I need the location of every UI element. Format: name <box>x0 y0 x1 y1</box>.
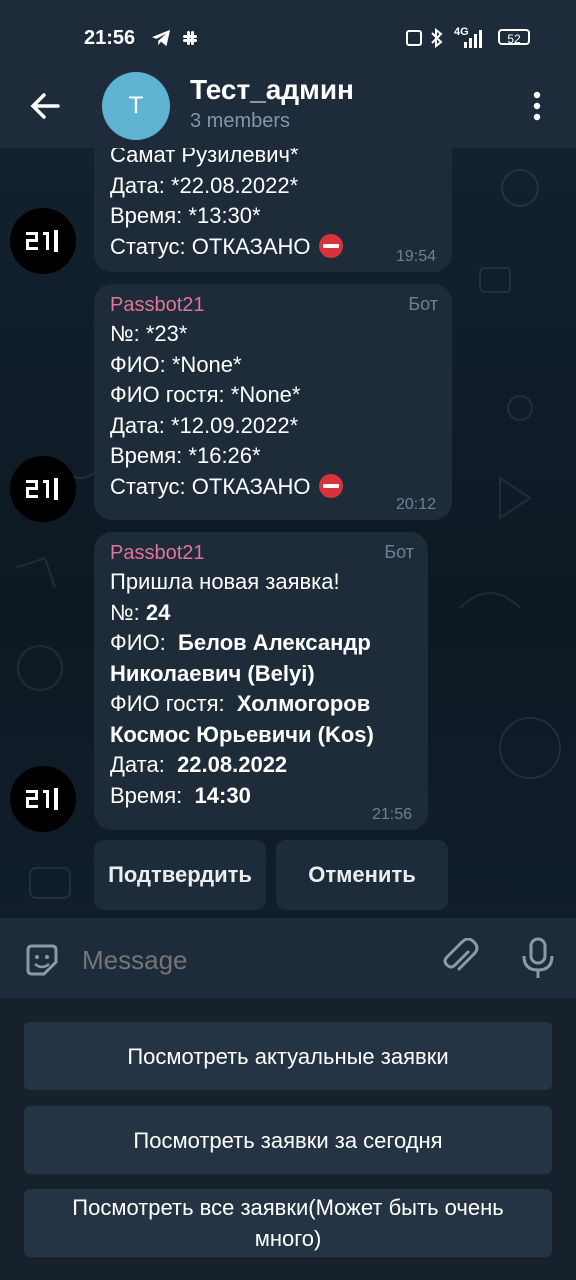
chat-header: T Тест_админ 3 members <box>0 72 576 148</box>
cancel-button[interactable]: Отменить <box>276 840 448 910</box>
signal-icon <box>464 30 482 48</box>
message-line: ФИО: *None* <box>110 351 242 377</box>
bluetooth-icon <box>431 28 443 48</box>
reply-button-today[interactable]: Посмотреть заявки за сегодня <box>24 1106 552 1174</box>
field-label: Время: <box>110 782 183 808</box>
message-line: Пришла новая заявка! <box>110 569 340 594</box>
group-avatar[interactable]: T <box>102 72 170 140</box>
no-entry-icon <box>318 233 343 258</box>
chat-area[interactable]: Самат Рузилевич* Дата: *22.08.2022* Врем… <box>0 148 576 918</box>
field-value: 14:30 <box>194 782 251 808</box>
message-line: Самат Рузилевич* <box>110 148 299 167</box>
message-input[interactable] <box>80 944 424 977</box>
bot-badge: Бот <box>384 542 414 562</box>
telegram-icon <box>151 29 171 47</box>
message-line: Время: *16:26* <box>110 443 261 468</box>
message-time: 21:56 <box>371 806 412 823</box>
sender-name[interactable]: Passbot21 <box>110 294 436 317</box>
sender-name[interactable]: Passbot21 <box>110 542 412 565</box>
back-arrow-icon[interactable] <box>26 86 66 126</box>
battery-icon: 52 <box>498 29 530 46</box>
attach-icon[interactable] <box>440 938 480 978</box>
bot-avatar[interactable] <box>10 208 76 274</box>
reply-button-all[interactable]: Посмотреть все заявки(Может быть очень м… <box>24 1189 552 1257</box>
microphone-icon[interactable] <box>518 936 558 980</box>
slack-icon <box>183 31 197 45</box>
message-time: 19:54 <box>395 248 436 265</box>
confirm-button[interactable]: Подтвердить <box>94 840 266 910</box>
field-label: ФИО гостя: <box>110 691 225 716</box>
message-line: ФИО гостя: *None* <box>110 382 301 407</box>
no-entry-icon <box>318 473 343 498</box>
sticker-icon[interactable] <box>22 940 62 980</box>
chat-subtitle: 3 members <box>190 110 291 132</box>
field-value: 24 <box>145 599 171 625</box>
field-label: ФИО: <box>110 630 166 655</box>
reply-keyboard: Посмотреть актуальные заявки Посмотреть … <box>0 998 576 1280</box>
field-value: 22.08.2022 <box>177 752 288 777</box>
field-label: Дата: <box>110 752 165 777</box>
message-input-bar <box>0 918 576 998</box>
message-line: Время: *13:30* <box>110 203 261 228</box>
bot-badge: Бот <box>408 294 438 314</box>
vibrate-icon <box>406 30 422 46</box>
message-line: №: *23* <box>110 321 188 346</box>
status-text: Статус: ОТКАЗАНО <box>110 473 311 499</box>
message-time: 20:12 <box>395 496 436 513</box>
field-value: Белов Александр <box>178 630 371 655</box>
more-vert-icon[interactable] <box>522 88 552 124</box>
chat-title[interactable]: Тест_админ <box>190 74 354 106</box>
message-bubble[interactable]: Passbot21 Бот Пришла новая заявка! №: 24… <box>94 532 428 830</box>
status-text: Статус: ОТКАЗАНО <box>110 233 311 259</box>
field-value: Космос Юрьевичи (Kos) <box>110 721 374 747</box>
message-bubble[interactable]: Passbot21 Бот №: *23* ФИО: *None* ФИО го… <box>94 284 452 520</box>
field-value: Холмогоров <box>236 691 371 716</box>
status-time: 21:56 <box>84 27 136 49</box>
status-bar: 21:56 4G 52 <box>0 0 576 72</box>
message-bubble[interactable]: Самат Рузилевич* Дата: *22.08.2022* Врем… <box>94 148 452 272</box>
bot-avatar[interactable] <box>10 456 76 522</box>
field-value: Николаевич (Belyi) <box>110 660 315 686</box>
reply-button-actual[interactable]: Посмотреть актуальные заявки <box>24 1022 552 1090</box>
bot-avatar[interactable] <box>10 766 76 832</box>
message-line: Дата: *12.09.2022* <box>110 412 299 438</box>
message-line: Дата: *22.08.2022* <box>110 172 299 198</box>
field-label: №: <box>110 599 140 625</box>
